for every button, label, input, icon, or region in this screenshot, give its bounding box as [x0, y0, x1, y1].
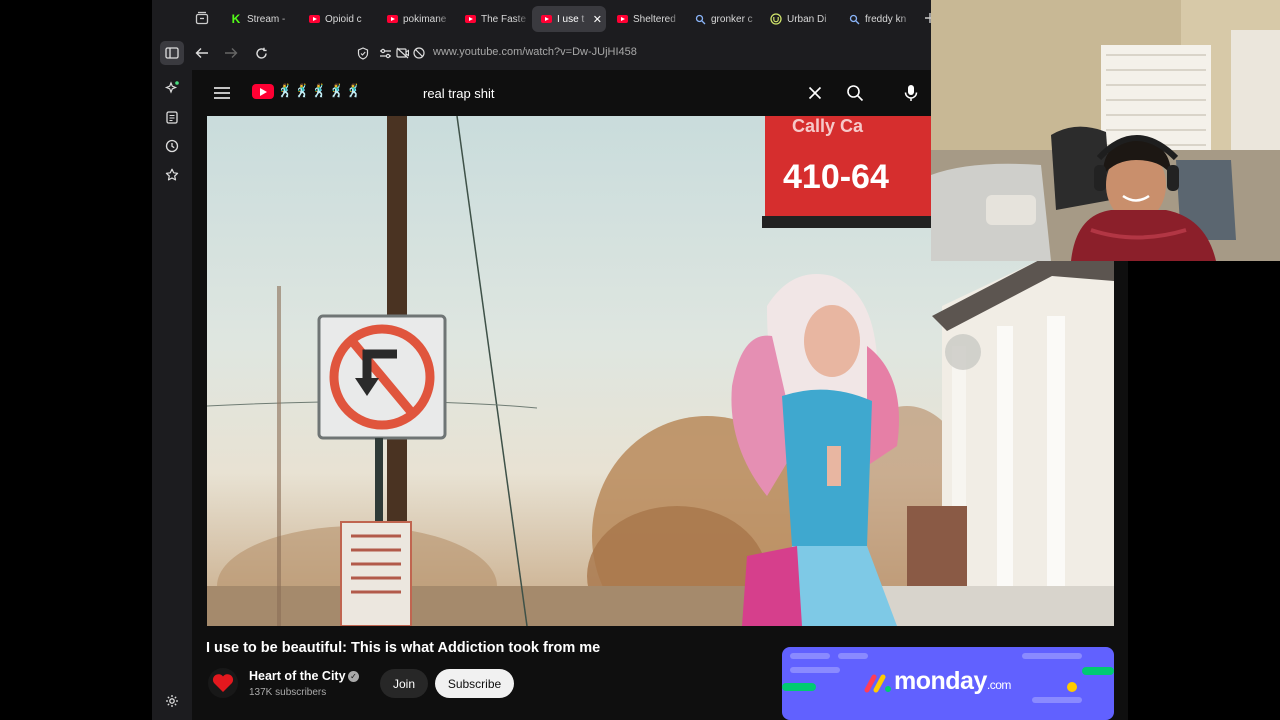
search-icon [694, 13, 706, 25]
kick-icon: K [231, 12, 241, 26]
webcam-overlay [931, 0, 1280, 261]
sidebar-panel-icon[interactable] [160, 41, 184, 65]
tab-title: Sheltered [633, 13, 676, 25]
tab-title: Stream - [247, 13, 286, 25]
channel-avatar[interactable] [208, 668, 238, 698]
hamburger-menu-icon[interactable] [212, 83, 232, 103]
tab-pokimane[interactable]: pokimane [378, 6, 452, 32]
tab-the-fastest[interactable]: The Faste [456, 6, 530, 32]
verified-badge-icon: ✓ [348, 671, 359, 682]
tab-title: The Faste [481, 13, 527, 25]
tab-opioid[interactable]: Opioid c [300, 6, 374, 32]
youtube-icon [616, 13, 628, 25]
search-icon [848, 13, 860, 25]
tab-gronker[interactable]: gronker c [686, 6, 760, 32]
billboard-top-text: Cally Ca [792, 116, 864, 136]
sponsored-ad-banner[interactable]: monday.com [782, 647, 1114, 720]
ad-brand-suffix: .com [986, 678, 1012, 692]
tab-manager-icon[interactable] [192, 8, 212, 28]
webcam-scene [931, 0, 1280, 261]
youtube-logo-doodle: 🕺🕺🕺🕺🕺 [277, 83, 363, 98]
tracker-blocked-icon[interactable] [395, 46, 409, 60]
camera-blocked-icon[interactable] [412, 46, 426, 60]
tab-title: Urban Di [787, 13, 827, 25]
subscriber-count: 137K subscribers [249, 687, 327, 698]
close-tab-icon[interactable]: ✕ [593, 13, 602, 26]
video-title: I use to be beautiful: This is what Addi… [206, 640, 601, 656]
youtube-icon [308, 13, 320, 25]
notes-icon[interactable] [160, 105, 184, 129]
browser-sidebar [152, 36, 192, 720]
ad-brand: monday [894, 667, 987, 695]
address-bar-url[interactable]: www.youtube.com/watch?v=Dw-JUjHI458 [433, 46, 637, 58]
search-input[interactable]: real trap shit [408, 78, 828, 108]
youtube-logo-icon [252, 83, 274, 99]
tab-title: pokimane [403, 13, 447, 25]
channel-name[interactable]: Heart of the City [249, 669, 346, 683]
tab-stream[interactable]: K Stream - [222, 6, 296, 32]
ai-assistant-icon[interactable] [160, 76, 184, 100]
site-settings-icon[interactable] [378, 46, 392, 60]
bookmarks-star-icon[interactable] [160, 163, 184, 187]
billboard-phone-text: 410-64 [783, 158, 889, 196]
subscribe-button[interactable]: Subscribe [435, 669, 514, 698]
shield-icon[interactable] [356, 46, 370, 60]
ad-brand-text: monday.com [894, 667, 1011, 696]
history-icon[interactable] [160, 134, 184, 158]
reload-button[interactable] [251, 43, 271, 63]
microphone-icon[interactable] [900, 82, 922, 104]
tab-title: gronker c [711, 13, 753, 25]
youtube-icon [540, 13, 552, 25]
tab-freddy[interactable]: freddy kn [840, 6, 914, 32]
tab-urban-dictionary[interactable]: Urban Di [762, 6, 836, 32]
youtube-icon [386, 13, 398, 25]
settings-gear-icon[interactable] [160, 689, 184, 713]
forward-button[interactable] [221, 43, 241, 63]
clear-search-icon[interactable] [804, 82, 826, 104]
monday-logo-icon [864, 674, 891, 693]
tab-title: I use t [557, 13, 585, 25]
tab-sheltered[interactable]: Sheltered [608, 6, 682, 32]
tab-active-video[interactable]: I use t ✕ [532, 6, 606, 32]
urban-dictionary-icon [770, 13, 782, 25]
back-button[interactable] [192, 43, 212, 63]
join-button[interactable]: Join [380, 669, 428, 698]
tab-title: Opioid c [325, 13, 362, 25]
youtube-icon [464, 13, 476, 25]
youtube-logo[interactable]: 🕺🕺🕺🕺🕺 [252, 83, 363, 99]
search-query-text: real trap shit [423, 85, 495, 101]
tab-title: freddy kn [865, 13, 907, 25]
search-icon[interactable] [844, 82, 866, 104]
